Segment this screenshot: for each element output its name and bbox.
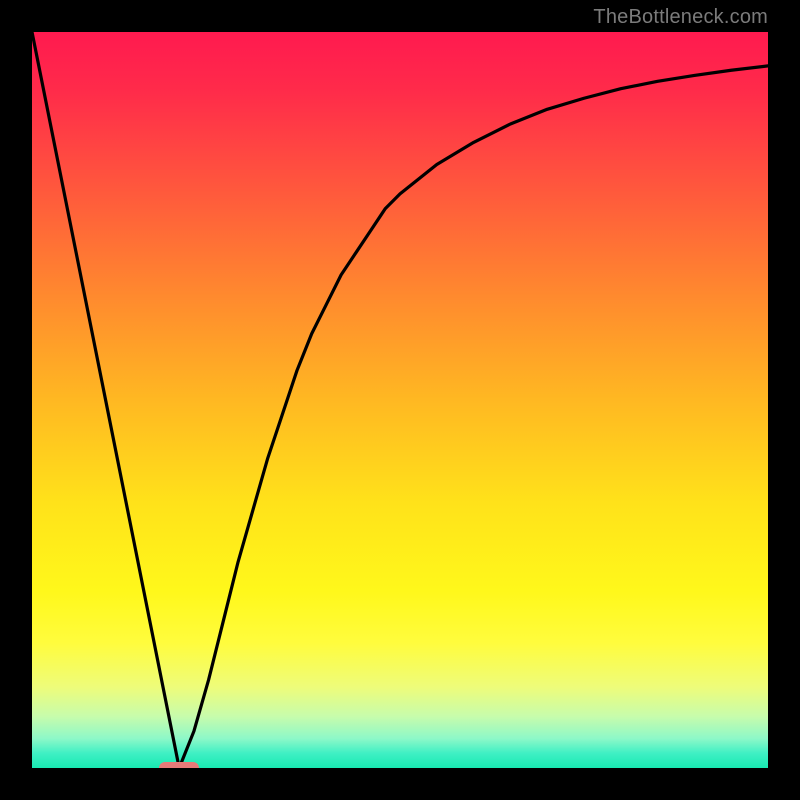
watermark-text: TheBottleneck.com bbox=[593, 6, 768, 29]
bottleneck-curve bbox=[32, 32, 768, 768]
frame-border-bottom bbox=[0, 768, 800, 800]
chart-canvas: TheBottleneck.com bbox=[0, 0, 800, 800]
optimum-marker bbox=[159, 762, 199, 768]
frame-border-left bbox=[0, 0, 32, 800]
frame-border-right bbox=[768, 0, 800, 800]
plot-area bbox=[32, 32, 768, 768]
